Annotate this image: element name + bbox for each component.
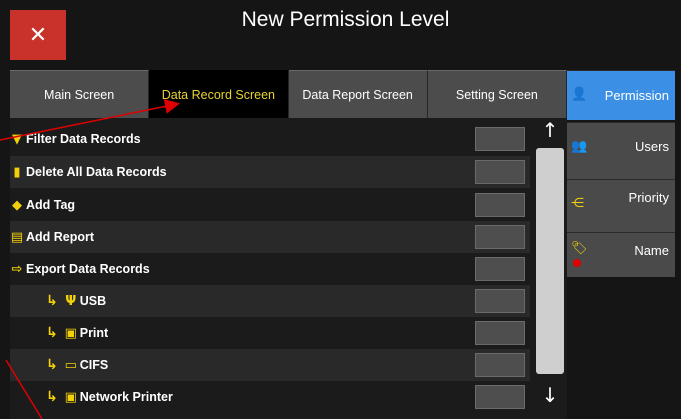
tab-data-report-screen[interactable]: Data Report Screen xyxy=(288,70,428,118)
user-check-icon: 👤 xyxy=(571,87,588,102)
printer-icon: ▣ xyxy=(64,325,77,341)
list-item: ◆ Add Tag xyxy=(10,189,530,221)
list-item: ▮ Delete All Data Records xyxy=(10,156,530,188)
permission-checkbox[interactable] xyxy=(475,160,525,184)
list-item-label: USB xyxy=(79,294,107,308)
permission-list: ▼ Filter Data Records ▮ Delete All Data … xyxy=(10,118,567,419)
sidebar-item-label: Users xyxy=(635,139,669,154)
sidebar: 👤 Permission 👥 Users ⋲ Priority 🏷 Name xyxy=(567,66,675,419)
list-item-label: Filter Data Records xyxy=(26,132,141,146)
permission-checkbox[interactable] xyxy=(475,225,525,249)
list-item-label: Network Printer xyxy=(79,390,173,404)
list-item: ↳ ▣ Print xyxy=(10,317,530,349)
priority-list-icon: ⋲ xyxy=(571,196,584,211)
permission-checkbox[interactable] xyxy=(475,127,525,151)
report-icon: ▤ xyxy=(10,229,24,245)
list-item: ▼ Filter Data Records xyxy=(10,123,530,155)
export-icon: ⇨ xyxy=(11,261,23,277)
list-item-label: Add Tag xyxy=(26,198,76,212)
sub-item-arrow-icon: ↳ xyxy=(46,389,58,405)
list-item-label: CIFS xyxy=(79,358,109,372)
name-tag-icon: 🏷 xyxy=(571,241,588,256)
list-item: ↳ ▭ CIFS xyxy=(10,349,530,381)
list-item: ↳ Ψ USB xyxy=(10,285,530,317)
tab-data-record-screen[interactable]: Data Record Screen xyxy=(149,70,289,118)
sidebar-item-users[interactable]: 👥 Users xyxy=(567,122,675,179)
list-item-label: Delete All Data Records xyxy=(26,165,167,179)
sidebar-item-priority[interactable]: ⋲ Priority xyxy=(567,179,675,232)
sub-item-arrow-icon: ↳ xyxy=(46,357,58,373)
scroll-down-icon[interactable]: ↓ xyxy=(534,383,566,407)
filter-icon: ▼ xyxy=(12,131,22,147)
permission-checkbox[interactable] xyxy=(475,193,525,217)
list-item: ⇨ Export Data Records xyxy=(10,253,530,285)
network-printer-icon: ▣ xyxy=(64,389,77,405)
sidebar-item-label: Name xyxy=(634,243,669,258)
sub-item-arrow-icon: ↳ xyxy=(46,293,58,309)
tab-setting-screen[interactable]: Setting Screen xyxy=(427,70,567,118)
permission-checkbox[interactable] xyxy=(475,321,525,345)
permission-checkbox[interactable] xyxy=(475,385,525,409)
network-share-icon: ▭ xyxy=(64,357,77,373)
trash-icon: ▮ xyxy=(13,164,21,180)
sidebar-item-label: Permission xyxy=(604,88,669,103)
close-icon: ✕ xyxy=(28,22,48,48)
tab-bar: Main Screen Data Record Screen Data Repo… xyxy=(10,70,567,118)
permission-checkbox[interactable] xyxy=(475,353,525,377)
list-item-label: Print xyxy=(79,326,109,340)
tag-icon: ◆ xyxy=(12,197,22,213)
list-item: ▤ Add Report xyxy=(10,221,530,253)
users-icon: 👥 xyxy=(571,139,588,154)
usb-icon: Ψ xyxy=(65,293,77,309)
close-button[interactable]: ✕ xyxy=(10,10,66,60)
list-item-label: Export Data Records xyxy=(26,262,150,276)
list-item-label: Add Report xyxy=(26,230,95,244)
page-title: New Permission Level xyxy=(241,8,450,31)
permission-checkbox[interactable] xyxy=(475,289,525,313)
permission-checkbox[interactable] xyxy=(475,257,525,281)
title-bar: New Permission Level xyxy=(10,0,681,66)
scroll-up-icon[interactable]: ↑ xyxy=(534,118,566,142)
status-dot xyxy=(573,259,581,267)
permission-dialog: New Permission Level ✕ Main Screen Data … xyxy=(0,0,681,419)
scrollbar[interactable]: ↑ ↓ xyxy=(534,118,566,419)
scrollbar-thumb[interactable] xyxy=(536,148,564,374)
list-item: ↳ ▣ Network Printer xyxy=(10,381,530,413)
sidebar-item-label: Priority xyxy=(628,190,669,205)
sidebar-item-name[interactable]: 🏷 Name xyxy=(567,232,675,277)
tab-main-screen[interactable]: Main Screen xyxy=(10,70,150,118)
sub-item-arrow-icon: ↳ xyxy=(46,325,58,341)
sidebar-item-permission[interactable]: 👤 Permission xyxy=(567,70,675,120)
